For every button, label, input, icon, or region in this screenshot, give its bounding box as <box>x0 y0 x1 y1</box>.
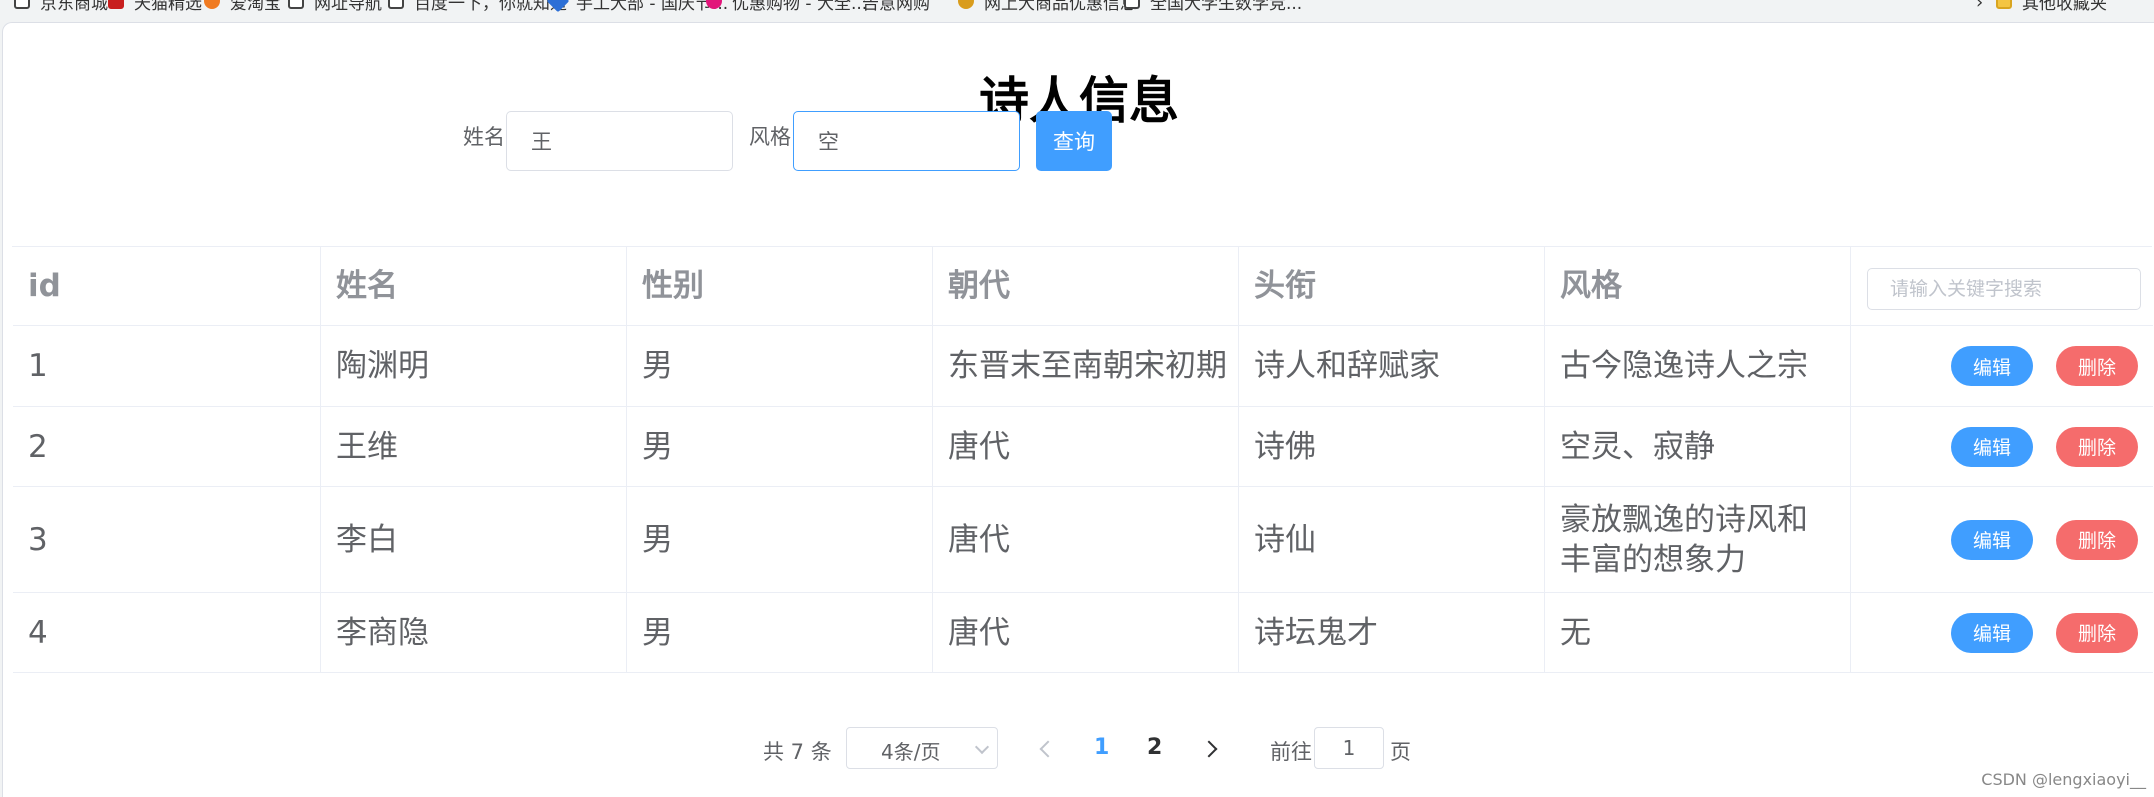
taobao-icon <box>204 0 220 9</box>
bookmarks-bar: 京东商城 天猫精选 爱淘宝 网址导航 百度一下，你就知道 手工大部 - 国庆节.… <box>0 0 2154 18</box>
bookmark-item[interactable]: 手工大部 - 国庆节... <box>546 0 728 14</box>
delete-button[interactable]: 删除 <box>2056 612 2138 653</box>
bookmark-item[interactable]: 其他收藏夹 <box>1996 0 2107 14</box>
header-gender: 性别 <box>627 247 933 325</box>
pagination-total: 共 7 条 <box>763 740 832 764</box>
header-dynasty: 朝代 <box>933 247 1239 325</box>
query-button[interactable]: 查询 <box>1036 111 1112 171</box>
bookmark-item[interactable]: 网上大商品优惠信息 <box>958 0 1137 14</box>
cell-actions: 编辑 删除 <box>1851 326 2153 406</box>
bookmark-item[interactable]: 告意网购 <box>862 0 930 14</box>
header-name: 姓名 <box>321 247 627 325</box>
cell-actions: 编辑 删除 <box>1851 407 2153 486</box>
edit-button[interactable]: 编辑 <box>1951 346 2033 386</box>
cell-style: 古今隐逸诗人之宗 <box>1545 326 1851 406</box>
page-size-select[interactable]: 4条/页 <box>846 727 998 769</box>
bookmark-item[interactable]: 天猫精选 <box>108 0 202 14</box>
table-row: 1 陶渊明 男 东晋末至南朝宋初期 诗人和辞赋家 古今隐逸诗人之宗 编辑 删除 <box>13 326 2153 407</box>
header-style: 风格 <box>1545 247 1851 325</box>
tmall-icon <box>108 0 124 9</box>
cell-dynasty: 东晋末至南朝宋初期 <box>933 326 1239 406</box>
table-row: 2 王维 男 唐代 诗佛 空灵、寂静 编辑 删除 <box>13 407 2153 487</box>
coin-icon <box>958 0 974 9</box>
delete-button[interactable]: 删除 <box>2056 519 2138 560</box>
cell-name: 陶渊明 <box>321 326 627 406</box>
cell-name: 李白 <box>321 487 627 592</box>
shop-icon <box>706 0 722 9</box>
page-icon <box>288 0 304 9</box>
header-title: 头衔 <box>1239 247 1545 325</box>
cell-dynasty: 唐代 <box>933 407 1239 486</box>
delete-button[interactable]: 删除 <box>2056 426 2138 467</box>
cell-actions: 编辑 删除 <box>1851 593 2153 672</box>
bookmark-item[interactable]: 爱淘宝 <box>204 0 281 14</box>
bookmark-item[interactable]: 百度一下，你就知道 <box>388 0 567 14</box>
bookmark-item[interactable]: 优惠购物 - 大全... <box>706 0 867 14</box>
page-icon <box>388 0 404 9</box>
cell-id: 1 <box>13 326 321 406</box>
edit-button[interactable]: 编辑 <box>1951 519 2033 560</box>
bookmark-item[interactable]: 京东商城 <box>14 0 108 14</box>
cell-dynasty: 唐代 <box>933 487 1239 592</box>
cell-actions: 编辑 删除 <box>1851 487 2153 592</box>
name-search-input[interactable] <box>506 111 733 171</box>
cell-style: 空灵、寂静 <box>1545 407 1851 486</box>
delete-button[interactable]: 删除 <box>2056 346 2138 386</box>
cell-name: 王维 <box>321 407 627 486</box>
cell-id: 3 <box>13 487 321 592</box>
cell-gender: 男 <box>627 593 933 672</box>
cell-title: 诗佛 <box>1239 407 1545 486</box>
cell-id: 4 <box>13 593 321 672</box>
cell-title: 诗人和辞赋家 <box>1239 326 1545 406</box>
keyword-search-input[interactable] <box>1867 268 2141 310</box>
watermark: CSDN @lengxiaoyi__ <box>1981 770 2146 789</box>
cell-id: 2 <box>13 407 321 486</box>
page-number-1[interactable]: 1 <box>1094 735 1109 760</box>
cell-style: 豪放飘逸的诗风和丰富的想象力 <box>1545 487 1851 592</box>
goto-suffix: 页 <box>1390 740 1411 764</box>
cell-gender: 男 <box>627 326 933 406</box>
poet-table: id 姓名 性别 朝代 头衔 风格 1 陶渊明 男 东晋末至南朝宋初期 诗人和辞… <box>12 246 2153 673</box>
page-number-2[interactable]: 2 <box>1147 735 1162 760</box>
cell-dynasty: 唐代 <box>933 593 1239 672</box>
page-icon <box>14 0 30 9</box>
page-size-value: 4条/页 <box>881 740 941 764</box>
name-label: 姓名 <box>463 125 505 149</box>
chevron-down-icon <box>974 739 990 755</box>
cell-gender: 男 <box>627 407 933 486</box>
goto-prefix: 前往 <box>1270 740 1312 764</box>
cell-gender: 男 <box>627 487 933 592</box>
cell-title: 诗坛鬼才 <box>1239 593 1545 672</box>
header-actions <box>1851 247 2153 325</box>
page-icon <box>1124 0 1140 9</box>
style-search-input[interactable] <box>793 111 1020 171</box>
style-label: 风格 <box>749 125 791 149</box>
cell-style: 无 <box>1545 593 1851 672</box>
bookmark-item[interactable]: 全国大学生数学竞... <box>1124 0 1302 14</box>
goto-page-input[interactable] <box>1314 727 1384 769</box>
table-header-row: id 姓名 性别 朝代 头衔 风格 <box>13 247 2153 326</box>
cell-name: 李商隐 <box>321 593 627 672</box>
cell-title: 诗仙 <box>1239 487 1545 592</box>
edit-button[interactable]: 编辑 <box>1951 612 2033 653</box>
bookmark-item[interactable]: 网址导航 <box>288 0 382 14</box>
table-row: 3 李白 男 唐代 诗仙 豪放飘逸的诗风和丰富的想象力 编辑 删除 <box>13 487 2153 593</box>
table-row: 4 李商隐 男 唐代 诗坛鬼才 无 编辑 删除 <box>13 593 2153 673</box>
header-id: id <box>13 247 321 325</box>
edit-button[interactable]: 编辑 <box>1951 426 2033 467</box>
folder-icon <box>1996 0 2012 9</box>
chevron-right-icon[interactable]: › <box>1976 0 1983 13</box>
